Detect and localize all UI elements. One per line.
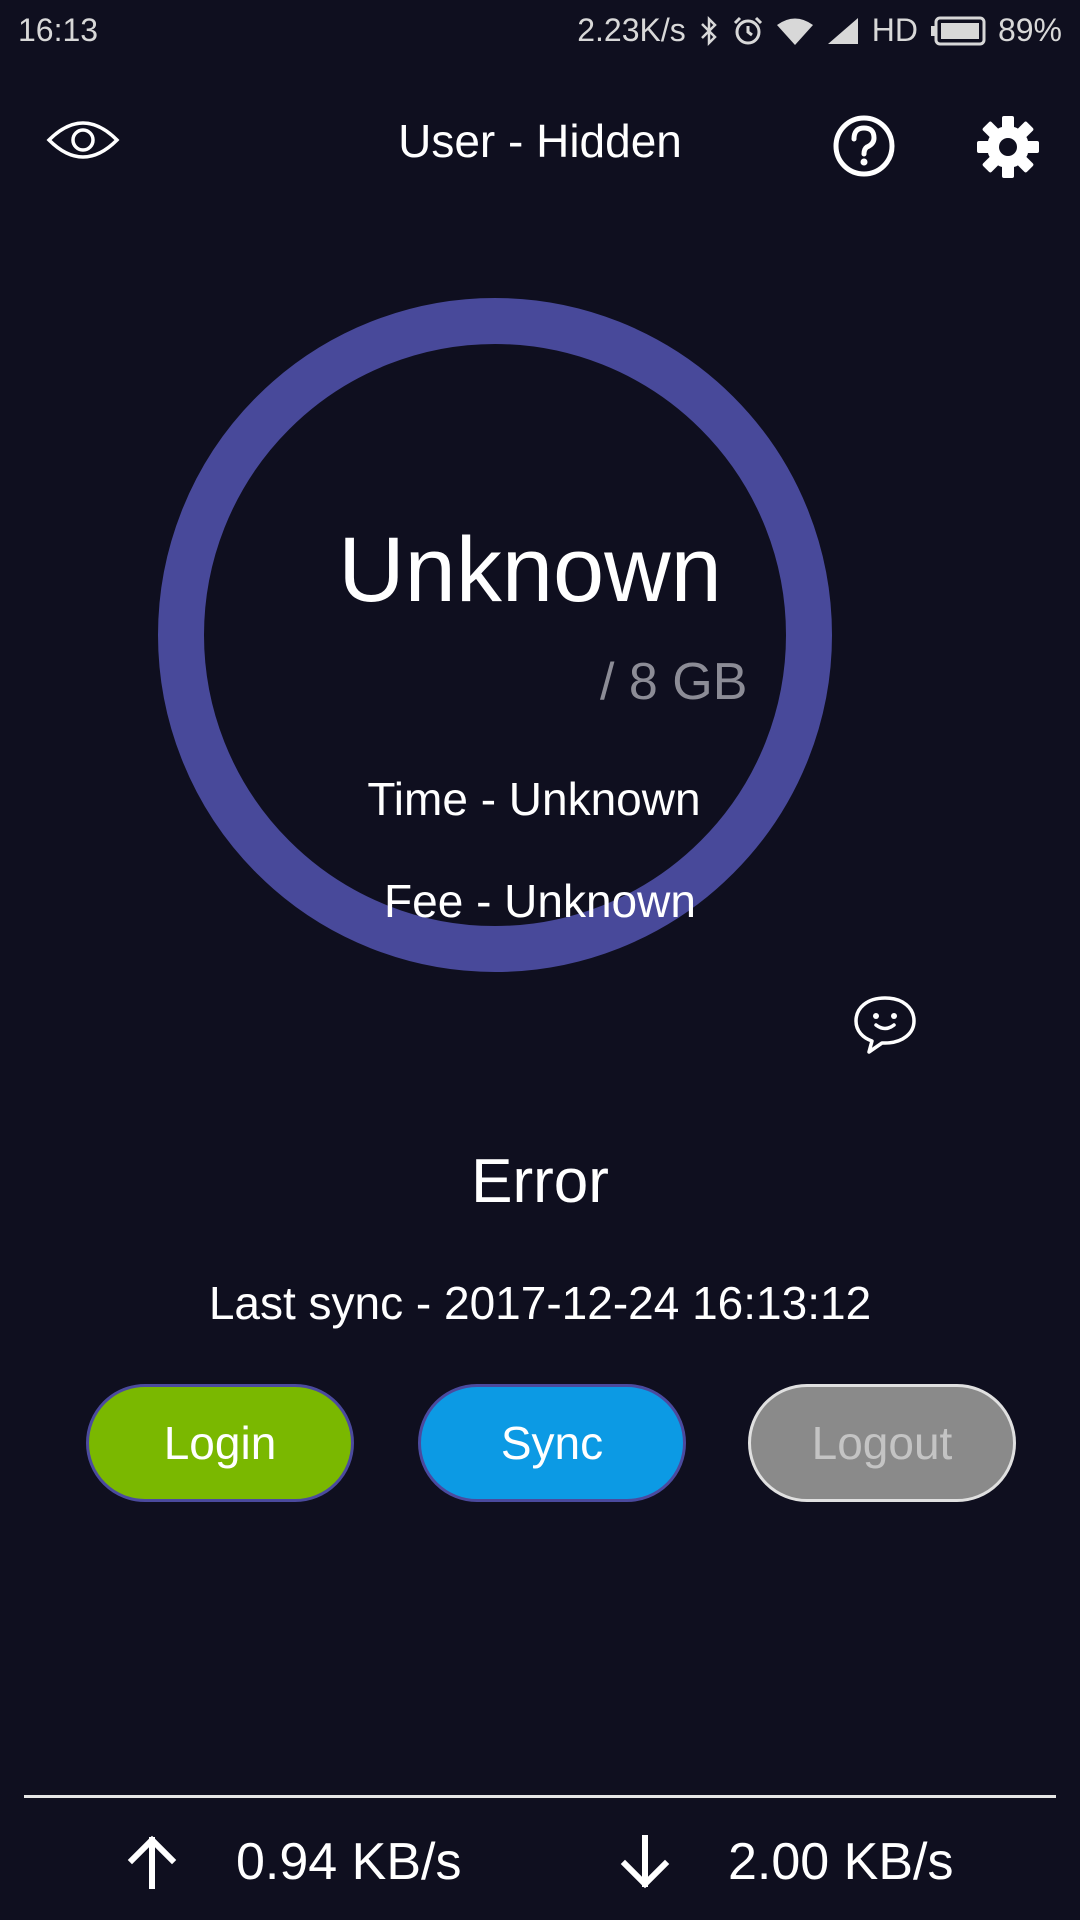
usage-value: Unknown bbox=[338, 519, 722, 621]
help-icon[interactable] bbox=[832, 114, 896, 178]
login-button[interactable]: Login bbox=[86, 1384, 354, 1502]
top-bar: User - Hidden bbox=[0, 90, 1080, 200]
network-type: HD bbox=[871, 12, 918, 48]
page-title: User - Hidden bbox=[398, 115, 682, 167]
battery-percent: 89% bbox=[997, 12, 1062, 48]
alarm-icon bbox=[732, 15, 764, 47]
status-bar: 16:13 2.23K/s HD 89% bbox=[0, 0, 1080, 62]
signal-icon bbox=[826, 16, 860, 46]
net-speed: 2.23K/s bbox=[577, 12, 686, 48]
usage-ring bbox=[158, 298, 832, 972]
wifi-icon bbox=[776, 16, 814, 46]
battery-icon bbox=[930, 16, 986, 46]
connection-status: Error bbox=[471, 1147, 609, 1216]
chat-smile-icon[interactable] bbox=[852, 994, 918, 1056]
logout-button[interactable]: Logout bbox=[748, 1384, 1016, 1502]
time-text: Time - Unknown bbox=[367, 773, 701, 825]
upload-arrow-icon bbox=[124, 1834, 180, 1890]
last-sync: Last sync - 2017-12-24 16:13:12 bbox=[208, 1277, 872, 1329]
download-arrow-icon bbox=[617, 1834, 673, 1890]
fee-text: Fee - Unknown bbox=[384, 875, 696, 927]
bluetooth-icon bbox=[698, 15, 720, 47]
usage-quota: / 8 GB bbox=[600, 653, 748, 711]
sync-button[interactable]: Sync bbox=[418, 1384, 686, 1502]
gear-icon[interactable] bbox=[975, 114, 1041, 180]
download-speed: 2.00 KB/s bbox=[728, 1833, 954, 1891]
status-indicators: 2.23K/s HD 89% bbox=[577, 12, 1062, 49]
upload-speed: 0.94 KB/s bbox=[236, 1833, 462, 1891]
divider bbox=[24, 1795, 1056, 1798]
status-time: 16:13 bbox=[18, 12, 99, 48]
